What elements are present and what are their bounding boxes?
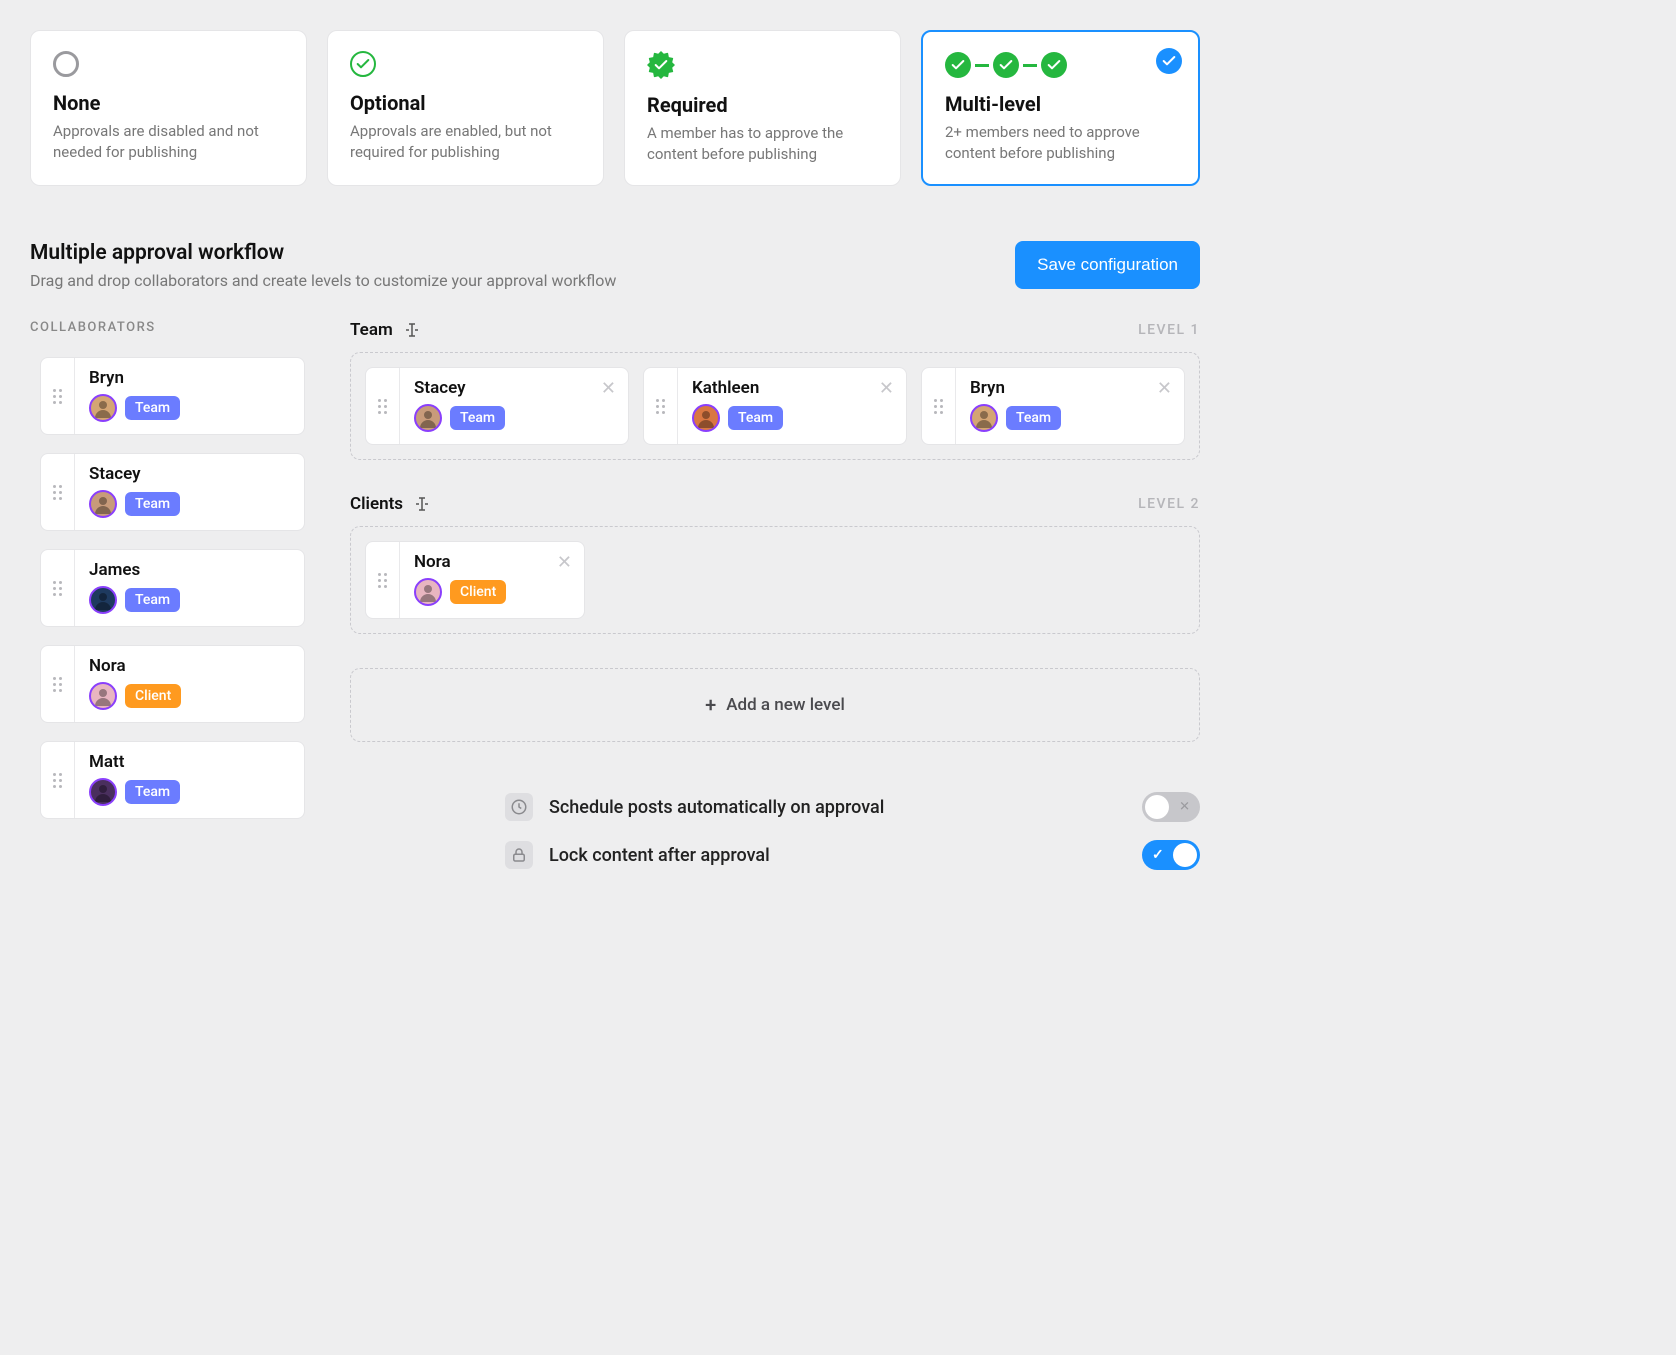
role-tag: Team (125, 492, 180, 516)
drag-handle-icon[interactable] (922, 368, 956, 444)
role-tag: Team (450, 406, 505, 430)
role-tag: Client (125, 684, 181, 708)
remove-icon[interactable]: ✕ (601, 378, 616, 399)
level-header: Team LEVEL 1 (350, 320, 1200, 340)
check-filled-icon (945, 52, 971, 78)
collaborator-card[interactable]: Bryn Team (40, 357, 305, 435)
person-name: Nora (414, 552, 570, 572)
level-dropzone[interactable]: Stacey Team ✕ Kathleen Team ✕ (350, 352, 1200, 460)
option-desc: Approvals are enabled, but not required … (350, 121, 581, 163)
option-desc: Approvals are disabled and not needed fo… (53, 121, 284, 163)
option-title: None (53, 91, 284, 115)
avatar (89, 490, 117, 518)
plus-icon: + (705, 693, 716, 717)
collaborator-card[interactable]: Nora Client (40, 645, 305, 723)
person-name: Kathleen (692, 378, 892, 398)
level-dropzone[interactable]: Nora Client ✕ (350, 526, 1200, 634)
check-outline-icon (350, 51, 376, 77)
drag-handle-icon[interactable] (644, 368, 678, 444)
level-member-card[interactable]: Nora Client ✕ (365, 541, 585, 619)
check-burst-icon (647, 51, 675, 79)
person-name: Stacey (414, 378, 614, 398)
person-name: Bryn (89, 368, 290, 388)
person-name: Nora (89, 656, 290, 676)
drag-handle-icon[interactable] (41, 742, 75, 818)
level-label: LEVEL 2 (1138, 496, 1200, 512)
person-name: Bryn (970, 378, 1170, 398)
drag-handle-icon[interactable] (41, 454, 75, 530)
person-name: James (89, 560, 290, 580)
option-desc: A member has to approve the content befo… (647, 123, 878, 165)
option-optional[interactable]: Optional Approvals are enabled, but not … (327, 30, 604, 186)
option-desc: 2+ members need to approve content befor… (945, 122, 1176, 164)
avatar (414, 578, 442, 606)
clock-icon (505, 793, 533, 821)
role-tag: Team (1006, 406, 1061, 430)
level-header: Clients LEVEL 2 (350, 494, 1200, 514)
toggle-schedule-row: Schedule posts automatically on approval (350, 792, 1200, 822)
collaborator-card[interactable]: Stacey Team (40, 453, 305, 531)
option-required[interactable]: Required A member has to approve the con… (624, 30, 901, 186)
lock-icon (505, 841, 533, 869)
workflow-title: Multiple approval workflow (30, 241, 616, 265)
role-tag: Team (125, 396, 180, 420)
drag-handle-icon[interactable] (41, 358, 75, 434)
collaborator-card[interactable]: James Team (40, 549, 305, 627)
level-name: Clients (350, 494, 403, 514)
add-level-label: Add a new level (726, 695, 845, 715)
circle-outline-icon (53, 51, 79, 77)
level-member-card[interactable]: Kathleen Team ✕ (643, 367, 907, 445)
drag-handle-icon[interactable] (41, 550, 75, 626)
avatar (414, 404, 442, 432)
connector-line (975, 64, 989, 67)
toggle-lock-row: Lock content after approval (350, 840, 1200, 870)
role-tag: Team (125, 588, 180, 612)
workflow-header: Multiple approval workflow Drag and drop… (30, 241, 1200, 290)
toggle-label: Schedule posts automatically on approval (549, 797, 1126, 818)
toggle-lock[interactable] (1142, 840, 1200, 870)
drag-handle-icon[interactable] (366, 368, 400, 444)
levels-column: Team LEVEL 1 Stacey Team ✕ (350, 320, 1200, 888)
rename-icon[interactable] (413, 495, 431, 513)
person-name: Stacey (89, 464, 290, 484)
role-tag: Team (125, 780, 180, 804)
remove-icon[interactable]: ✕ (1157, 378, 1172, 399)
add-level-button[interactable]: + Add a new level (350, 668, 1200, 742)
option-multi-level[interactable]: Multi-level 2+ members need to approve c… (921, 30, 1200, 186)
level-member-card[interactable]: Bryn Team ✕ (921, 367, 1185, 445)
toggle-label: Lock content after approval (549, 845, 1126, 866)
approval-options: None Approvals are disabled and not need… (30, 30, 1200, 186)
option-title: Optional (350, 91, 581, 115)
toggle-schedule[interactable] (1142, 792, 1200, 822)
rename-icon[interactable] (403, 321, 421, 339)
collaborators-column: COLLABORATORS Bryn Team Stacey Team (30, 320, 305, 888)
option-title: Multi-level (945, 92, 1176, 116)
save-configuration-button[interactable]: Save configuration (1015, 241, 1200, 289)
level-label: LEVEL 1 (1138, 322, 1200, 338)
remove-icon[interactable]: ✕ (879, 378, 894, 399)
option-title: Required (647, 93, 878, 117)
avatar (692, 404, 720, 432)
remove-icon[interactable]: ✕ (557, 552, 572, 573)
avatar (970, 404, 998, 432)
selected-check-icon (1156, 48, 1182, 74)
collaborator-card[interactable]: Matt Team (40, 741, 305, 819)
collaborators-heading: COLLABORATORS (30, 320, 305, 335)
person-name: Matt (89, 752, 290, 772)
level-name: Team (350, 320, 393, 340)
avatar (89, 778, 117, 806)
connector-line (1023, 64, 1037, 67)
check-filled-icon (1041, 52, 1067, 78)
role-tag: Team (728, 406, 783, 430)
workflow-subtitle: Drag and drop collaborators and create l… (30, 271, 616, 290)
drag-handle-icon[interactable] (41, 646, 75, 722)
avatar (89, 586, 117, 614)
drag-handle-icon[interactable] (366, 542, 400, 618)
avatar (89, 394, 117, 422)
level-member-card[interactable]: Stacey Team ✕ (365, 367, 629, 445)
role-tag: Client (450, 580, 506, 604)
avatar (89, 682, 117, 710)
option-none[interactable]: None Approvals are disabled and not need… (30, 30, 307, 186)
check-filled-icon (993, 52, 1019, 78)
